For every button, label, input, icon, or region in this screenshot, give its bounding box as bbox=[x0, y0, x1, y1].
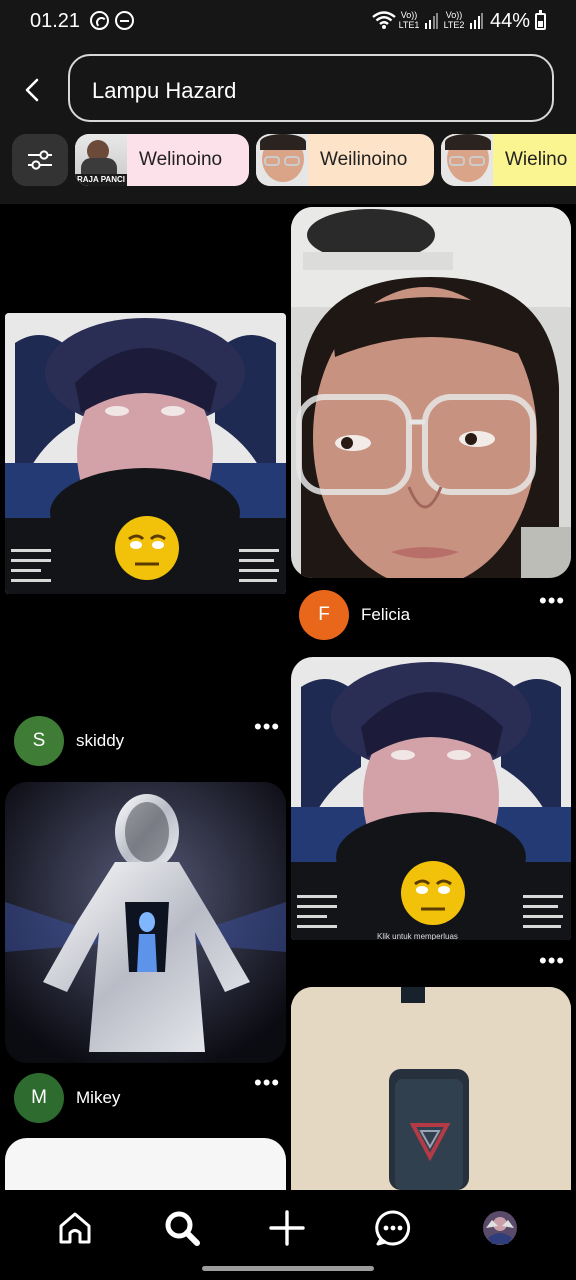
chip-thumbnail: RAJA PANCI bbox=[75, 134, 127, 186]
messages-icon bbox=[375, 1210, 411, 1246]
battery-percent: 44% bbox=[490, 10, 531, 32]
pin-author[interactable]: F Felicia bbox=[299, 590, 410, 640]
lte2-label: Vo)) LTE2 bbox=[443, 10, 465, 30]
chip-thumbnail bbox=[441, 134, 493, 186]
whatsapp-icon bbox=[90, 11, 109, 30]
chip-label: Wielino bbox=[505, 149, 568, 170]
pin-image[interactable] bbox=[5, 782, 286, 1063]
more-options-button[interactable]: ••• bbox=[539, 950, 565, 972]
nav-profile[interactable] bbox=[478, 1206, 522, 1250]
pin-illustration bbox=[291, 987, 571, 1190]
chip-label: Weilinoino bbox=[320, 149, 408, 170]
do-not-disturb-icon bbox=[115, 11, 134, 30]
avatar: F bbox=[299, 590, 349, 640]
wifi-icon bbox=[372, 11, 396, 29]
expand-hint: Klik untuk memperluas bbox=[377, 932, 458, 940]
more-options-button[interactable]: ••• bbox=[254, 1072, 280, 1094]
chip-thumb-caption: RAJA PANCI bbox=[76, 175, 125, 184]
profile-icon bbox=[483, 1211, 517, 1245]
status-time: 01.21 bbox=[30, 10, 81, 32]
pin-illustration bbox=[291, 207, 571, 578]
chip-weilinoino[interactable]: Weilinoino bbox=[256, 134, 434, 186]
chip-label: Welinoino bbox=[139, 149, 223, 170]
nav-home[interactable] bbox=[53, 1206, 97, 1250]
search-icon bbox=[165, 1211, 200, 1246]
home-icon bbox=[59, 1212, 91, 1244]
search-header: Lampu Hazard RAJA PANCI Welinoino Weilin… bbox=[0, 40, 576, 204]
home-indicator[interactable] bbox=[202, 1266, 374, 1271]
plus-icon bbox=[269, 1210, 305, 1246]
avatar: M bbox=[14, 1073, 64, 1123]
chip-thumbnail bbox=[256, 134, 308, 186]
search-input[interactable]: Lampu Hazard bbox=[68, 54, 554, 122]
nav-create[interactable] bbox=[265, 1206, 309, 1250]
pin-image[interactable]: Klik untuk memperluas bbox=[291, 657, 571, 940]
pin-image[interactable] bbox=[5, 313, 286, 594]
status-bar: 01.21 Vo)) LTE1 Vo)) LTE2 44% bbox=[0, 0, 576, 40]
search-query: Lampu Hazard bbox=[92, 78, 237, 103]
pin-illustration bbox=[291, 657, 571, 940]
signal-1-icon bbox=[425, 13, 438, 29]
chip-wielino[interactable]: Wielino bbox=[441, 134, 576, 186]
chip-welinoino[interactable]: RAJA PANCI Welinoino bbox=[75, 134, 249, 186]
author-name: Mikey bbox=[76, 1088, 121, 1107]
avatar: S bbox=[14, 716, 64, 766]
more-options-button[interactable]: ••• bbox=[254, 716, 280, 738]
pin-illustration bbox=[5, 782, 286, 1063]
pin-illustration bbox=[5, 313, 286, 594]
author-name: Felicia bbox=[361, 605, 411, 624]
battery-icon bbox=[535, 10, 546, 30]
pin-author[interactable]: M Mikey bbox=[14, 1073, 120, 1123]
filter-button[interactable] bbox=[12, 134, 68, 186]
pin-image[interactable] bbox=[291, 207, 571, 578]
pin-author[interactable]: S skiddy bbox=[14, 716, 124, 766]
signal-2-icon bbox=[470, 13, 483, 29]
lte1-label: Vo)) LTE1 bbox=[398, 10, 420, 30]
nav-search[interactable] bbox=[160, 1206, 204, 1250]
nav-messages[interactable] bbox=[371, 1206, 415, 1250]
chevron-left-icon bbox=[25, 78, 39, 102]
back-button[interactable] bbox=[10, 68, 54, 112]
pin-image[interactable] bbox=[291, 987, 571, 1190]
sliders-icon bbox=[28, 150, 52, 170]
more-options-button[interactable]: ••• bbox=[539, 590, 565, 612]
author-name: skiddy bbox=[76, 731, 125, 750]
